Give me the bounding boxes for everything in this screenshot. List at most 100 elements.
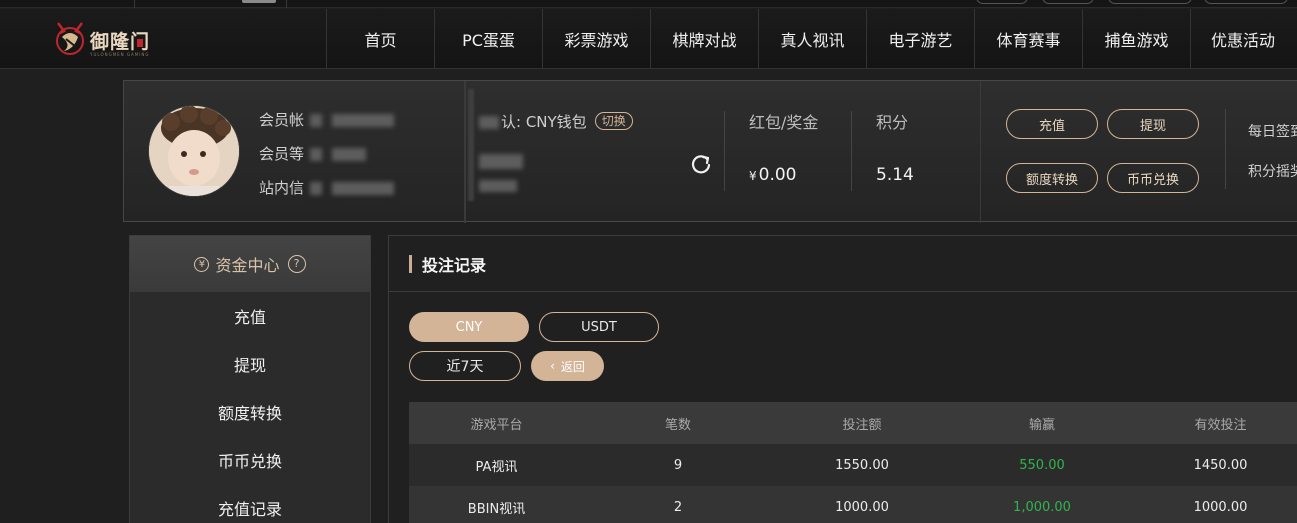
cell-valid-bet: 1450.00 [1132,444,1297,486]
top-pill-button[interactable] [1204,0,1288,4]
logo-seal [137,39,143,47]
redacted [310,148,323,161]
panel-divider [980,81,981,223]
panel-divider [851,111,852,191]
bonus-amount: 0.00 [758,165,797,185]
member-profile-panel: 会员帐 会员等 站内信 认: CNY钱包 切换 红包/奖金 ¥0.00 积分 5.… [123,80,1297,223]
cell-bet-amount: 1550.00 [772,444,952,486]
yen-coin-icon: ¥ [194,256,210,272]
top-handle[interactable] [242,0,276,3]
default-wallet-label: 认: CNY钱包 [501,113,587,131]
back-label: 返回 [560,359,585,374]
nav-home[interactable]: 首页 [326,9,434,69]
transfer-button[interactable]: 额度转换 [1006,163,1098,193]
sidebar-title: 资金中心 [215,256,280,275]
nav-chess-cards[interactable]: 棋牌对战 [650,9,758,69]
exchange-button[interactable]: 币币兑换 [1107,163,1199,193]
nav-sports[interactable]: 体育赛事 [974,9,1082,69]
sidebar-item-transfer[interactable]: 额度转换 [130,388,370,436]
bet-records-table: 游戏平台 笔数 投注额 输赢 有效投注 PA视讯 9 1550.00 550.0… [409,402,1297,523]
nav-pc-egg[interactable]: PC蛋蛋 [434,9,542,69]
sidebar-item-exchange[interactable]: 币币兑换 [130,436,370,484]
nav-slots[interactable]: 电子游艺 [866,9,974,69]
nav-fishing[interactable]: 捕鱼游戏 [1082,9,1190,69]
message-row[interactable]: 站内信 [259,177,395,198]
refresh-icon[interactable] [690,153,712,175]
balance-row [479,151,523,170]
main-nav: 首页 PC蛋蛋 彩票游戏 棋牌对战 真人视讯 电子游艺 体育赛事 捕鱼游戏 优惠… [326,9,1295,69]
site-header: 御隆门 YULONGMEN GAMING 首页 PC蛋蛋 彩票游戏 棋牌对战 真… [0,9,1297,69]
nav-promotions[interactable]: 优惠活动 [1190,9,1295,69]
redacted-balance [479,154,523,169]
panel-divider [1225,109,1226,189]
funds-sidebar: ¥ 资金中心 ? 充值 提现 额度转换 币币兑换 充值记录 [129,235,371,523]
top-divider [286,0,287,8]
redacted-balance [479,179,517,192]
tab-usdt[interactable]: USDT [539,312,659,342]
top-divider [134,0,135,8]
deposit-button[interactable]: 充值 [1006,109,1098,139]
page-title: 投注记录 [422,255,487,275]
bet-records-panel: 投注记录 CNY USDT 近7天 ‹ 返回 游戏平台 笔数 投注额 输赢 有效投… [388,235,1297,523]
account-label: 会员帐 [259,111,305,129]
level-row: 会员等 [259,143,367,164]
baby-avatar-icon [149,106,239,196]
dragon-logo-icon [56,22,84,55]
redacted-messages [332,182,395,195]
table-row: BBIN视讯 2 1000.00 1,000.00 1000.00 [409,486,1297,523]
daily-checkin-link[interactable]: 每日签到 [1248,121,1297,141]
cell-platform: PA视讯 [409,444,584,486]
cell-bet-amount: 1000.00 [772,486,952,523]
sidebar-header: ¥ 资金中心 ? [130,236,370,292]
message-label: 站内信 [259,179,305,197]
redacted-strip [468,89,474,201]
site-logo[interactable]: 御隆门 YULONGMEN GAMING [48,17,158,61]
cell-win-loss: 550.00 [952,444,1132,486]
nav-live-casino[interactable]: 真人视讯 [758,9,866,69]
nav-lottery[interactable]: 彩票游戏 [542,9,650,69]
redacted-level [332,148,367,161]
account-row: 会员帐 [259,109,395,130]
help-icon[interactable]: ? [287,255,306,273]
title-accent-bar [409,254,412,273]
top-strip [0,0,1297,8]
redacted [310,182,323,195]
cell-count: 9 [584,444,772,486]
currency-symbol: ¥ [749,169,757,183]
tab-cny[interactable]: CNY [409,312,529,342]
redacted [479,116,499,129]
avatar[interactable] [149,106,239,196]
top-pill-button[interactable] [1108,0,1192,4]
withdraw-button[interactable]: 提现 [1107,109,1199,139]
top-pill-button[interactable] [976,0,1028,4]
cell-platform: BBIN视讯 [409,486,584,523]
redacted-account [332,114,395,127]
cell-count: 2 [584,486,772,523]
redacted [310,114,323,127]
logo-subtext: YULONGMEN GAMING [90,52,150,57]
sidebar-item-deposit-history[interactable]: 充值记录 [130,484,370,523]
col-count: 笔数 [584,402,772,444]
col-valid-bet: 有效投注 [1132,402,1297,444]
sidebar-item-withdraw[interactable]: 提现 [130,340,370,388]
date-range-select[interactable]: 近7天 [409,351,521,381]
chevron-left-icon: ‹ [550,359,555,373]
col-bet-amount: 投注额 [772,402,952,444]
table-header-row: 游戏平台 笔数 投注额 输赢 有效投注 [409,402,1297,444]
sidebar-item-deposit[interactable]: 充值 [130,292,370,340]
cell-valid-bet: 1000.00 [1132,486,1297,523]
back-button[interactable]: ‹ 返回 [531,351,604,381]
content-header: 投注记录 [389,236,1297,292]
switch-wallet-button[interactable]: 切换 [594,112,633,130]
bonus-value: ¥0.00 [749,165,797,185]
points-lottery-link[interactable]: 积分摇奖 [1248,161,1297,181]
points-label: 积分 [876,113,909,132]
col-win-loss: 输赢 [952,402,1132,444]
balance-sub-row [479,175,517,194]
panel-divider [724,111,725,191]
top-pill-button[interactable] [1042,0,1094,4]
bonus-label: 红包/奖金 [749,113,819,132]
col-platform: 游戏平台 [409,402,584,444]
default-wallet-row: 认: CNY钱包 切换 [479,111,633,132]
cell-win-loss: 1,000.00 [952,486,1132,523]
